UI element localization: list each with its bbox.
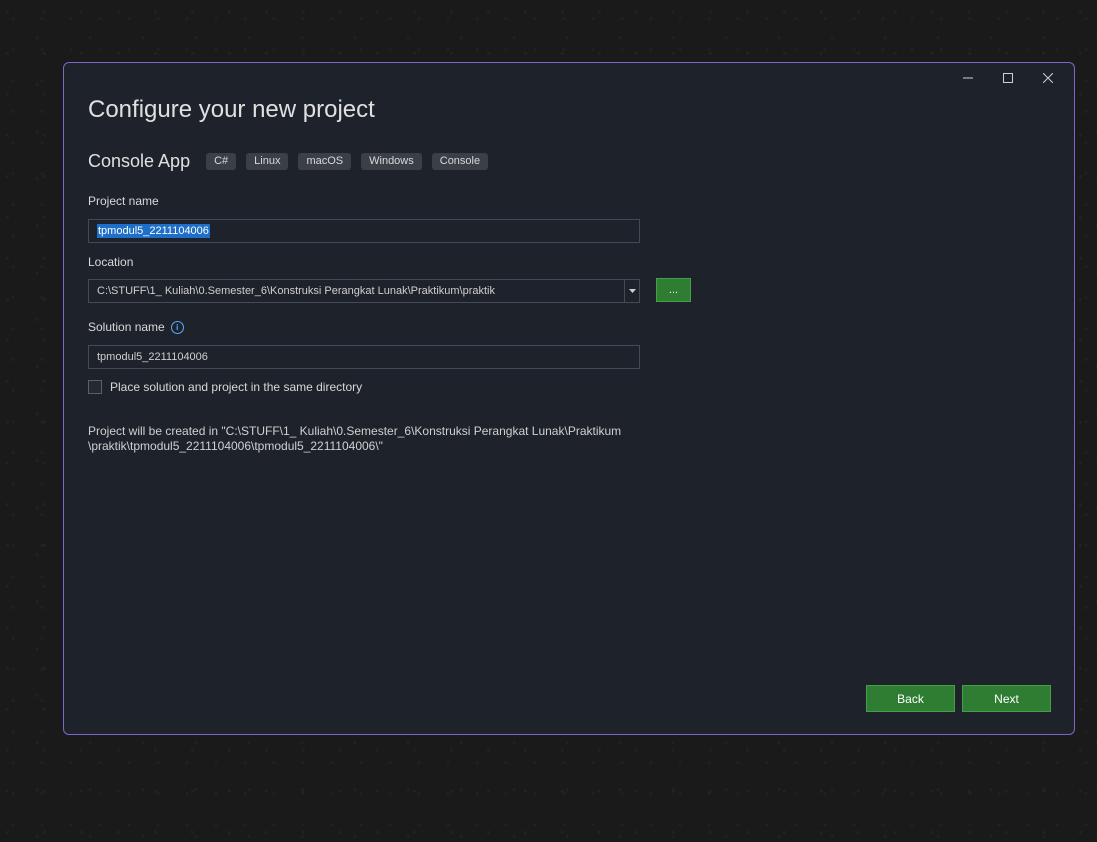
minimize-icon[interactable] (948, 67, 988, 89)
same-directory-checkbox[interactable] (88, 380, 102, 394)
project-path-line-1: Project will be created in "C:\STUFF\1_ … (88, 424, 622, 438)
tag-platform-linux: Linux (246, 153, 289, 170)
same-directory-option[interactable]: Place solution and project in the same d… (88, 380, 362, 394)
tag-language: C# (206, 153, 237, 170)
maximize-icon[interactable] (988, 67, 1028, 89)
tag-project-type: Console (431, 153, 489, 170)
template-name: Console App (88, 151, 191, 171)
project-path-note: Project will be created in "C:\STUFF\1_ … (88, 424, 648, 454)
close-icon[interactable] (1028, 67, 1068, 89)
configure-project-dialog: Configure your new project Console App C… (63, 62, 1075, 735)
browse-location-button[interactable]: ... (656, 278, 691, 302)
location-combobox[interactable]: C:\STUFF\1_ Kuliah\0.Semester_6\Konstruk… (88, 279, 640, 303)
project-path-line-2: \praktik\tpmodul5_2211104006\tpmodul5_22… (88, 439, 383, 453)
info-icon[interactable]: i (170, 321, 184, 335)
location-label: Location (88, 255, 134, 269)
window-controls (948, 67, 1068, 89)
template-header: Console App C# Linux macOS Windows Conso… (88, 151, 498, 172)
same-directory-label: Place solution and project in the same d… (110, 380, 363, 394)
solution-name-label: Solution name (88, 320, 165, 334)
project-name-value: tpmodul5_2211104006 (97, 224, 210, 238)
project-name-input[interactable]: tpmodul5_2211104006 (88, 219, 640, 243)
location-value: C:\STUFF\1_ Kuliah\0.Semester_6\Konstruk… (97, 285, 496, 297)
next-button[interactable]: Next (962, 685, 1051, 712)
page-title: Configure your new project (88, 96, 375, 123)
tag-platform-macos: macOS (298, 153, 352, 170)
project-name-label: Project name (88, 194, 159, 208)
solution-name-label-row: Solution name i (88, 320, 184, 335)
chevron-down-icon[interactable] (624, 280, 639, 302)
solution-name-input[interactable]: tpmodul5_2211104006 (88, 345, 640, 369)
back-button[interactable]: Back (866, 685, 955, 712)
solution-name-value: tpmodul5_2211104006 (97, 351, 208, 363)
tag-platform-windows: Windows (361, 153, 422, 170)
